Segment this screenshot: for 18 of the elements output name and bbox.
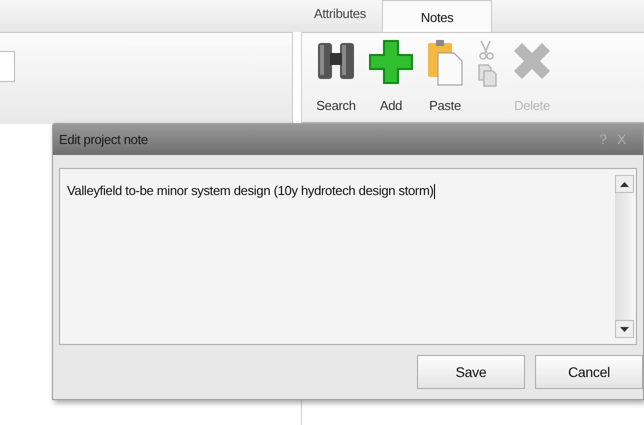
paste-button[interactable]: Paste <box>424 39 466 115</box>
search-button[interactable]: Search <box>314 39 358 115</box>
cancel-button[interactable]: Cancel <box>535 355 643 389</box>
down-arrow-icon <box>620 326 629 332</box>
tab[interactable]: Attributes <box>304 0 376 28</box>
clipboard-icon <box>426 39 464 87</box>
up-arrow-icon <box>620 182 629 186</box>
scrollbar[interactable] <box>615 175 634 338</box>
scroll-down-button[interactable] <box>615 320 634 338</box>
scroll-up-button[interactable] <box>615 175 634 193</box>
save-button[interactable]: Save <box>417 355 525 389</box>
scissors-and-copy-icon <box>476 39 498 87</box>
add-button[interactable]: Add <box>366 39 416 115</box>
note-text: Valleyfield to-be minor system design (10y hydrotech design storm) <box>67 183 434 198</box>
dialog-title: Edit project note <box>59 130 149 149</box>
plus-icon <box>368 39 414 85</box>
note-field[interactable]: Valleyfield to-be minor system design (10y hydrotech design storm) <box>59 168 637 345</box>
tab[interactable]: Notes <box>382 0 492 32</box>
